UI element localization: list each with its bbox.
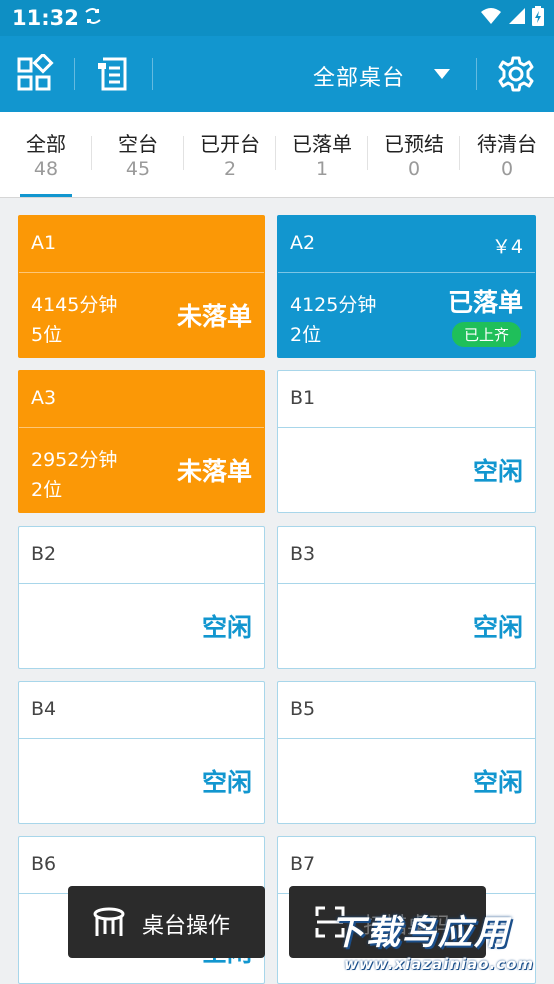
table-duration: 2952分钟 bbox=[31, 449, 118, 471]
table-name: B4 bbox=[31, 698, 57, 720]
table-name: B6 bbox=[31, 853, 57, 875]
table-operations-button[interactable]: 桌台操作 bbox=[68, 886, 265, 958]
table-guests: 2位 bbox=[290, 324, 322, 346]
chevron-down-icon[interactable] bbox=[434, 69, 450, 79]
settings-gear-icon[interactable] bbox=[496, 54, 536, 94]
grid-view-icon[interactable] bbox=[14, 52, 54, 94]
table-status: 空闲 bbox=[472, 457, 523, 486]
tab-label: 已开台 bbox=[200, 132, 260, 156]
table-card-b2[interactable]: B2 空闲 bbox=[18, 526, 265, 669]
table-card-a3[interactable]: A3 2952分钟 2位 未落单 bbox=[18, 370, 265, 513]
table-name: B7 bbox=[290, 853, 316, 875]
table-duration: 4145分钟 bbox=[31, 294, 118, 316]
tab-ordered[interactable]: 已落单 1 bbox=[276, 112, 368, 197]
tab-count: 1 bbox=[315, 158, 329, 180]
table-duration: 4125分钟 bbox=[290, 294, 377, 316]
tab-count: 0 bbox=[500, 158, 514, 180]
table-name: B2 bbox=[31, 543, 57, 565]
tab-opened[interactable]: 已开台 2 bbox=[184, 112, 276, 197]
tab-pre-settled[interactable]: 已预结 0 bbox=[368, 112, 460, 197]
table-name: B5 bbox=[290, 698, 316, 720]
appbar-separator bbox=[152, 58, 153, 90]
tab-empty[interactable]: 空台 45 bbox=[92, 112, 184, 197]
table-card-b5[interactable]: B5 空闲 bbox=[277, 681, 536, 824]
status-time: 11:32 bbox=[12, 6, 79, 30]
table-status: 未落单 bbox=[176, 302, 252, 331]
table-name: A1 bbox=[31, 232, 57, 254]
sync-icon bbox=[82, 6, 104, 31]
table-guests: 2位 bbox=[31, 479, 63, 501]
tab-label: 已落单 bbox=[292, 132, 352, 156]
status-bar: 11:32 bbox=[0, 0, 554, 36]
table-name: B3 bbox=[290, 543, 316, 565]
served-badge: 已上齐 bbox=[451, 322, 521, 347]
app-bar: 全部桌台 bbox=[0, 36, 554, 112]
watermark-logo: 下载鸟应用 www.xiazainiao.com bbox=[330, 905, 554, 980]
watermark-url: www.xiazainiao.com bbox=[344, 955, 535, 973]
wifi-icon bbox=[480, 7, 502, 29]
tab-count: 0 bbox=[407, 158, 421, 180]
table-status: 已落单 bbox=[447, 288, 523, 317]
table-card-a2[interactable]: A2 ￥4 4125分钟 2位 已落单 已上齐 bbox=[277, 215, 536, 358]
tab-label: 待清台 bbox=[477, 132, 537, 156]
order-list-icon[interactable] bbox=[94, 54, 134, 94]
table-status: 空闲 bbox=[201, 768, 252, 797]
table-card-a1[interactable]: A1 4145分钟 5位 未落单 bbox=[18, 215, 265, 358]
table-name: A3 bbox=[31, 387, 57, 409]
table-grid: A1 4145分钟 5位 未落单 A2 ￥4 4125分钟 2位 已落单 已上齐… bbox=[0, 197, 554, 984]
table-guests: 5位 bbox=[31, 324, 63, 346]
table-status: 空闲 bbox=[472, 768, 523, 797]
table-name: A2 bbox=[290, 232, 316, 254]
tab-label: 已预结 bbox=[384, 132, 444, 156]
watermark-brand: 下载鸟应用 bbox=[330, 913, 510, 953]
appbar-separator bbox=[74, 58, 75, 90]
table-operations-label: 桌台操作 bbox=[142, 914, 231, 939]
table-status: 空闲 bbox=[472, 613, 523, 642]
cell-signal-icon bbox=[508, 7, 526, 29]
table-card-b3[interactable]: B3 空闲 bbox=[277, 526, 536, 669]
table-status: 空闲 bbox=[201, 613, 252, 642]
table-name: B1 bbox=[290, 387, 316, 409]
table-card-b1[interactable]: B1 空闲 bbox=[277, 370, 536, 513]
tab-count: 2 bbox=[223, 158, 237, 180]
appbar-separator bbox=[476, 58, 477, 90]
tab-count: 48 bbox=[33, 158, 59, 180]
tab-all[interactable]: 全部 48 bbox=[0, 112, 92, 197]
tab-label: 全部 bbox=[26, 132, 66, 156]
table-card-b4[interactable]: B4 空闲 bbox=[18, 681, 265, 824]
table-status: 未落单 bbox=[176, 457, 252, 486]
table-amount: ￥4 bbox=[491, 236, 523, 258]
tab-label: 空台 bbox=[118, 132, 158, 156]
battery-icon bbox=[532, 6, 544, 30]
table-filter-dropdown[interactable]: 全部桌台 bbox=[313, 60, 405, 92]
table-icon bbox=[92, 906, 126, 942]
tab-to-clean[interactable]: 待清台 0 bbox=[460, 112, 554, 197]
status-tabs: 全部 48 空台 45 已开台 2 已落单 1 已预结 0 待清台 0 bbox=[0, 112, 554, 198]
tab-count: 45 bbox=[125, 158, 151, 180]
